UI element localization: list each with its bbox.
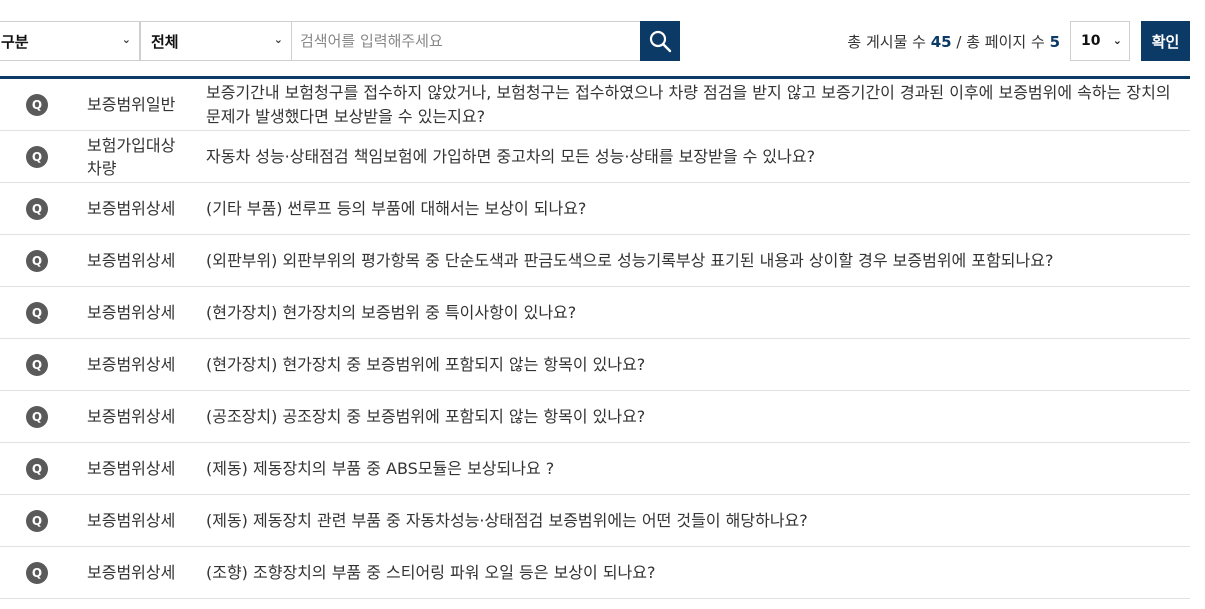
faq-row[interactable]: Q 보험가입대상차량 자동차 성능·상태점검 책임보험에 가입하면 중고차의 모…	[0, 131, 1190, 183]
result-counts: 총 게시물 수 45 / 총 페이지 수 5	[847, 31, 1060, 52]
faq-question[interactable]: 보증기간내 보험청구를 접수하지 않았거나, 보험청구는 접수하였으나 차량 점…	[206, 79, 1180, 130]
faq-question[interactable]: (현가장치) 현가장치의 보증범위 중 특이사항이 있나요?	[206, 287, 1180, 338]
faq-question[interactable]: (기타 부품) 썬루프 등의 부품에 대해서는 보상이 되나요?	[206, 183, 1180, 234]
faq-category: 보증범위상세	[87, 407, 176, 426]
q-badge-icon: Q	[26, 301, 48, 324]
faq-category: 보증범위상세	[87, 199, 176, 218]
faq-category: 보증범위상세	[87, 459, 176, 478]
faq-row[interactable]: Q 보증범위일반 보증기간내 보험청구를 접수하지 않았거나, 보험청구는 접수…	[0, 79, 1190, 131]
faq-question[interactable]: (제동) 제동장치 관련 부품 중 자동차성능·상태점검 보증범위에는 어떤 것…	[206, 495, 1180, 546]
q-badge-icon: Q	[26, 561, 48, 584]
faq-row[interactable]: Q 보증범위상세 (외판부위) 외판부위의 평가항목 중 단순도색과 판금도색으…	[0, 235, 1190, 287]
category-select[interactable]: 구분 ⌄	[0, 21, 140, 61]
q-badge-icon: Q	[26, 197, 48, 220]
faq-row[interactable]: Q 보증범위상세 (기타 부품) 썬루프 등의 부품에 대해서는 보상이 되나요…	[0, 183, 1190, 235]
q-badge-icon: Q	[26, 457, 48, 480]
faq-list: Q 보증범위일반 보증기간내 보험청구를 접수하지 않았거나, 보험청구는 접수…	[0, 79, 1190, 599]
q-badge-icon: Q	[26, 509, 48, 532]
total-pages-value: 5	[1049, 33, 1060, 51]
confirm-button[interactable]: 확인	[1141, 21, 1190, 61]
search-input[interactable]	[291, 21, 640, 61]
faq-row[interactable]: Q 보증범위상세 (제동) 제동장치 관련 부품 중 자동차성능·상태점검 보증…	[0, 495, 1190, 547]
q-badge-icon: Q	[26, 405, 48, 428]
faq-row[interactable]: Q 보증범위상세 (제동) 제동장치의 부품 중 ABS모듈은 보상되나요 ?	[0, 443, 1190, 495]
chevron-down-icon: ⌄	[121, 33, 131, 46]
chevron-down-icon: ⌄	[273, 33, 283, 46]
search-toolbar: 구분 ⌄ 전체 ⌄ 총 게시물 수 45 / 총 페이지 수 5 10 ⌄ 확인	[0, 0, 1205, 79]
faq-category: 보증범위상세	[87, 355, 176, 374]
per-page-select[interactable]: 10 ⌄	[1070, 21, 1130, 61]
faq-row[interactable]: Q 보증범위상세 (공조장치) 공조장치 중 보증범위에 포함되지 않는 항목이…	[0, 391, 1190, 443]
category-select-value: 구분	[1, 32, 29, 51]
count-separator: /	[956, 33, 962, 51]
faq-category: 보증범위상세	[87, 303, 176, 322]
faq-question[interactable]: (제동) 제동장치의 부품 중 ABS모듈은 보상되나요 ?	[206, 443, 1180, 494]
scope-select[interactable]: 전체 ⌄	[140, 21, 292, 61]
faq-row[interactable]: Q 보증범위상세 (현가장치) 현가장치 중 보증범위에 포함되지 않는 항목이…	[0, 339, 1190, 391]
q-badge-icon: Q	[26, 93, 48, 116]
per-page-value: 10	[1081, 33, 1101, 49]
faq-question[interactable]: 자동차 성능·상태점검 책임보험에 가입하면 중고차의 모든 성능·상태를 보장…	[206, 131, 1180, 182]
faq-category: 보증범위일반	[87, 95, 176, 114]
q-badge-icon: Q	[26, 145, 48, 168]
faq-question[interactable]: (현가장치) 현가장치 중 보증범위에 포함되지 않는 항목이 있나요?	[206, 339, 1180, 390]
faq-question[interactable]: (외판부위) 외판부위의 평가항목 중 단순도색과 판금도색으로 성능기록부상 …	[206, 235, 1180, 286]
faq-category: 보증범위상세	[87, 511, 176, 530]
faq-row[interactable]: Q 보증범위상세 (현가장치) 현가장치의 보증범위 중 특이사항이 있나요?	[0, 287, 1190, 339]
faq-row[interactable]: Q 보증범위상세 (조향) 조향장치의 부품 중 스티어링 파워 오일 등은 보…	[0, 547, 1190, 599]
q-badge-icon: Q	[26, 249, 48, 272]
faq-category: 보험가입대상차량	[87, 135, 176, 178]
search-button[interactable]	[640, 21, 680, 61]
faq-category: 보증범위상세	[87, 251, 176, 270]
total-posts-value: 45	[930, 33, 952, 51]
q-badge-icon: Q	[26, 353, 48, 376]
chevron-down-icon: ⌄	[1112, 34, 1122, 47]
faq-question[interactable]: (공조장치) 공조장치 중 보증범위에 포함되지 않는 항목이 있나요?	[206, 391, 1180, 442]
faq-category: 보증범위상세	[87, 563, 176, 582]
faq-question[interactable]: (조향) 조향장치의 부품 중 스티어링 파워 오일 등은 보상이 되나요?	[206, 547, 1180, 598]
search-icon	[649, 30, 672, 53]
total-posts-label: 총 게시물 수	[847, 33, 926, 51]
scope-select-value: 전체	[151, 32, 179, 51]
total-pages-label: 총 페이지 수	[966, 33, 1045, 51]
